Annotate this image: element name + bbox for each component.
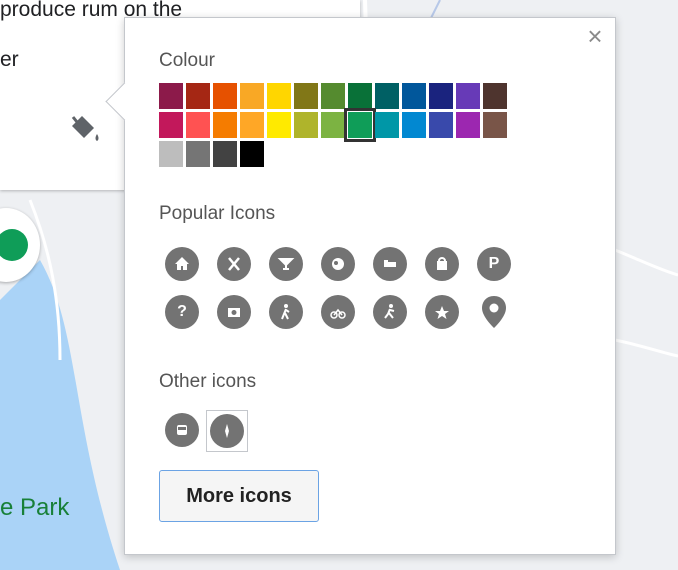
hiking-icon[interactable] — [269, 295, 303, 329]
paint-bucket-icon[interactable] — [66, 112, 106, 144]
icon-row: ? — [165, 295, 511, 329]
colour-swatch[interactable] — [213, 83, 237, 109]
parking-icon[interactable]: P — [477, 247, 511, 281]
style-picker-dialog: × Colour Popular Icons P? Other icons Mo… — [105, 17, 616, 555]
more-icons-button[interactable]: More icons — [159, 470, 319, 522]
bus-icon[interactable] — [165, 413, 199, 447]
swatch-row — [159, 108, 579, 142]
bar-icon[interactable] — [269, 247, 303, 281]
colour-swatch[interactable] — [429, 112, 453, 138]
shopping-icon[interactable] — [425, 247, 459, 281]
swatch-row — [159, 83, 579, 109]
icon-row: P — [165, 247, 511, 281]
swatch-row — [159, 141, 579, 167]
compass-icon[interactable] — [210, 414, 244, 448]
museum-icon[interactable] — [321, 247, 355, 281]
home-icon[interactable] — [165, 247, 199, 281]
colour-swatch[interactable] — [267, 83, 291, 109]
colour-swatch[interactable] — [402, 83, 426, 109]
cycling-icon[interactable] — [321, 295, 355, 329]
colour-swatch[interactable] — [294, 83, 318, 109]
colour-swatch[interactable] — [186, 141, 210, 167]
colour-swatch[interactable] — [159, 83, 183, 109]
popular-icons-title: Popular Icons — [159, 203, 276, 224]
colour-swatch[interactable] — [240, 83, 264, 109]
colour-swatch[interactable] — [321, 83, 345, 109]
colour-swatch[interactable] — [213, 112, 237, 138]
colour-swatch[interactable] — [375, 112, 399, 138]
camera-icon[interactable] — [217, 295, 251, 329]
colour-swatch[interactable] — [344, 108, 376, 142]
colour-title: Colour — [159, 50, 215, 71]
hotel-icon[interactable] — [373, 247, 407, 281]
selected-icon-frame[interactable] — [206, 410, 248, 452]
place-description-line-2: er — [0, 48, 19, 71]
colour-swatch[interactable] — [267, 112, 291, 138]
running-icon[interactable] — [373, 295, 407, 329]
colour-swatch[interactable] — [159, 141, 183, 167]
colour-swatch[interactable] — [375, 83, 399, 109]
colour-swatch[interactable] — [186, 83, 210, 109]
colour-swatch[interactable] — [294, 112, 318, 138]
popular-icons-grid: P? — [165, 247, 511, 343]
other-icons-title: Other icons — [159, 371, 257, 392]
colour-swatch[interactable] — [348, 83, 372, 109]
colour-swatch[interactable] — [240, 112, 264, 138]
colour-swatch[interactable] — [483, 83, 507, 109]
close-button[interactable]: × — [583, 23, 607, 49]
other-icons-list — [165, 410, 248, 452]
colour-swatch[interactable] — [456, 112, 480, 138]
colour-swatch[interactable] — [402, 112, 426, 138]
colour-swatch[interactable] — [321, 112, 345, 138]
colour-swatch[interactable] — [186, 112, 210, 138]
park-label[interactable]: e Park — [0, 494, 69, 522]
colour-swatch[interactable] — [159, 112, 183, 138]
colour-swatch[interactable] — [213, 141, 237, 167]
colour-swatch[interactable] — [429, 83, 453, 109]
colour-swatch-grid — [159, 83, 579, 170]
star-icon[interactable] — [425, 295, 459, 329]
colour-swatch[interactable] — [483, 112, 507, 138]
restaurant-icon[interactable] — [217, 247, 251, 281]
colour-swatch[interactable] — [456, 83, 480, 109]
place-marker-icon[interactable] — [477, 295, 511, 329]
colour-swatch[interactable] — [240, 141, 264, 167]
help-icon[interactable]: ? — [165, 295, 199, 329]
